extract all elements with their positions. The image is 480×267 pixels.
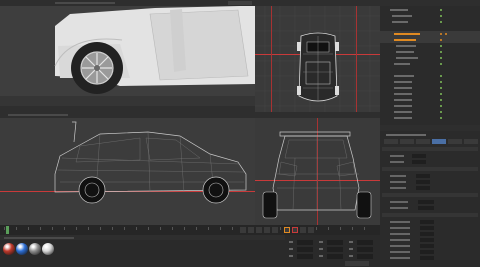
material-swatch[interactable]	[16, 243, 28, 255]
list-item[interactable]	[380, 115, 480, 121]
transport-controls[interactable]	[240, 227, 320, 233]
field-row[interactable]	[390, 206, 470, 210]
tab[interactable]	[400, 139, 414, 144]
object-manager[interactable]	[380, 0, 480, 125]
coord-row[interactable]	[289, 254, 377, 259]
field-row[interactable]	[390, 160, 470, 164]
material-name	[3, 257, 15, 261]
side-viewport[interactable]	[0, 112, 255, 225]
car-top-view-wireframe	[297, 32, 339, 102]
material-swatch[interactable]	[42, 243, 54, 255]
field-row[interactable]	[390, 244, 470, 248]
field-row[interactable]	[390, 238, 470, 242]
red-guide-line	[271, 6, 272, 112]
tab[interactable]	[416, 139, 430, 144]
prev-frame-icon[interactable]	[248, 227, 254, 233]
last-frame-icon[interactable]	[272, 227, 278, 233]
section-header[interactable]	[382, 213, 478, 217]
section-header[interactable]	[382, 147, 478, 151]
car-rear-render	[0, 6, 255, 112]
list-item[interactable]	[380, 61, 480, 67]
coordinates-manager[interactable]	[285, 235, 380, 267]
top-viewport[interactable]	[255, 0, 380, 112]
car-side-view-wireframe	[54, 121, 247, 204]
attribute-tabs[interactable]	[384, 139, 478, 144]
timeline[interactable]	[0, 225, 380, 235]
field-row[interactable]	[390, 186, 470, 190]
timeline-ruler[interactable]	[4, 227, 376, 230]
coord-row[interactable]	[289, 240, 377, 245]
field-row[interactable]	[390, 220, 470, 224]
perspective-viewport[interactable]	[0, 0, 255, 112]
attribute-manager[interactable]	[380, 125, 480, 267]
section-header[interactable]	[382, 167, 478, 171]
keyframe-icon[interactable]	[292, 227, 298, 233]
tab-active[interactable]	[432, 139, 446, 144]
apply-button[interactable]	[345, 261, 369, 266]
material-name	[42, 257, 54, 261]
field-row[interactable]	[390, 250, 470, 254]
material-name	[29, 257, 41, 261]
autokey-icon[interactable]	[300, 227, 306, 233]
field-row[interactable]	[390, 232, 470, 236]
field-row[interactable]	[390, 180, 470, 184]
play-icon[interactable]	[256, 227, 262, 233]
first-frame-icon[interactable]	[240, 227, 246, 233]
tab[interactable]	[448, 139, 462, 144]
viewport-icons[interactable]	[228, 1, 252, 5]
field-row[interactable]	[390, 200, 470, 204]
field-row[interactable]	[390, 174, 470, 178]
material-swatch[interactable]	[29, 243, 41, 255]
list-item[interactable]	[380, 19, 480, 25]
timeline-playhead[interactable]	[6, 226, 9, 234]
coord-row[interactable]	[289, 247, 377, 252]
tab[interactable]	[464, 139, 478, 144]
object-tree[interactable]	[380, 7, 480, 125]
car-front-view-wireframe	[262, 131, 372, 219]
object-manager-menu-bar[interactable]	[380, 0, 480, 6]
field-row[interactable]	[390, 154, 470, 158]
tab[interactable]	[384, 139, 398, 144]
record-icon[interactable]	[284, 227, 290, 233]
settings-icon[interactable]	[308, 227, 314, 233]
material-menu-strip[interactable]	[4, 236, 74, 239]
field-row[interactable]	[390, 226, 470, 230]
material-menu-bar[interactable]	[0, 235, 285, 240]
material-list[interactable]	[0, 241, 285, 267]
attribute-title	[386, 134, 426, 136]
viewport-menu-strip[interactable]	[8, 114, 68, 116]
material-manager[interactable]	[0, 235, 285, 267]
red-guide-line	[356, 6, 357, 112]
viewport-menu-strip[interactable]	[55, 2, 115, 4]
material-swatch[interactable]	[3, 243, 15, 255]
field-row[interactable]	[390, 256, 470, 260]
section-header[interactable]	[382, 193, 478, 197]
material-name	[16, 257, 28, 261]
attribute-menu-bar[interactable]	[380, 125, 480, 131]
next-frame-icon[interactable]	[264, 227, 270, 233]
front-viewport[interactable]	[255, 112, 380, 225]
